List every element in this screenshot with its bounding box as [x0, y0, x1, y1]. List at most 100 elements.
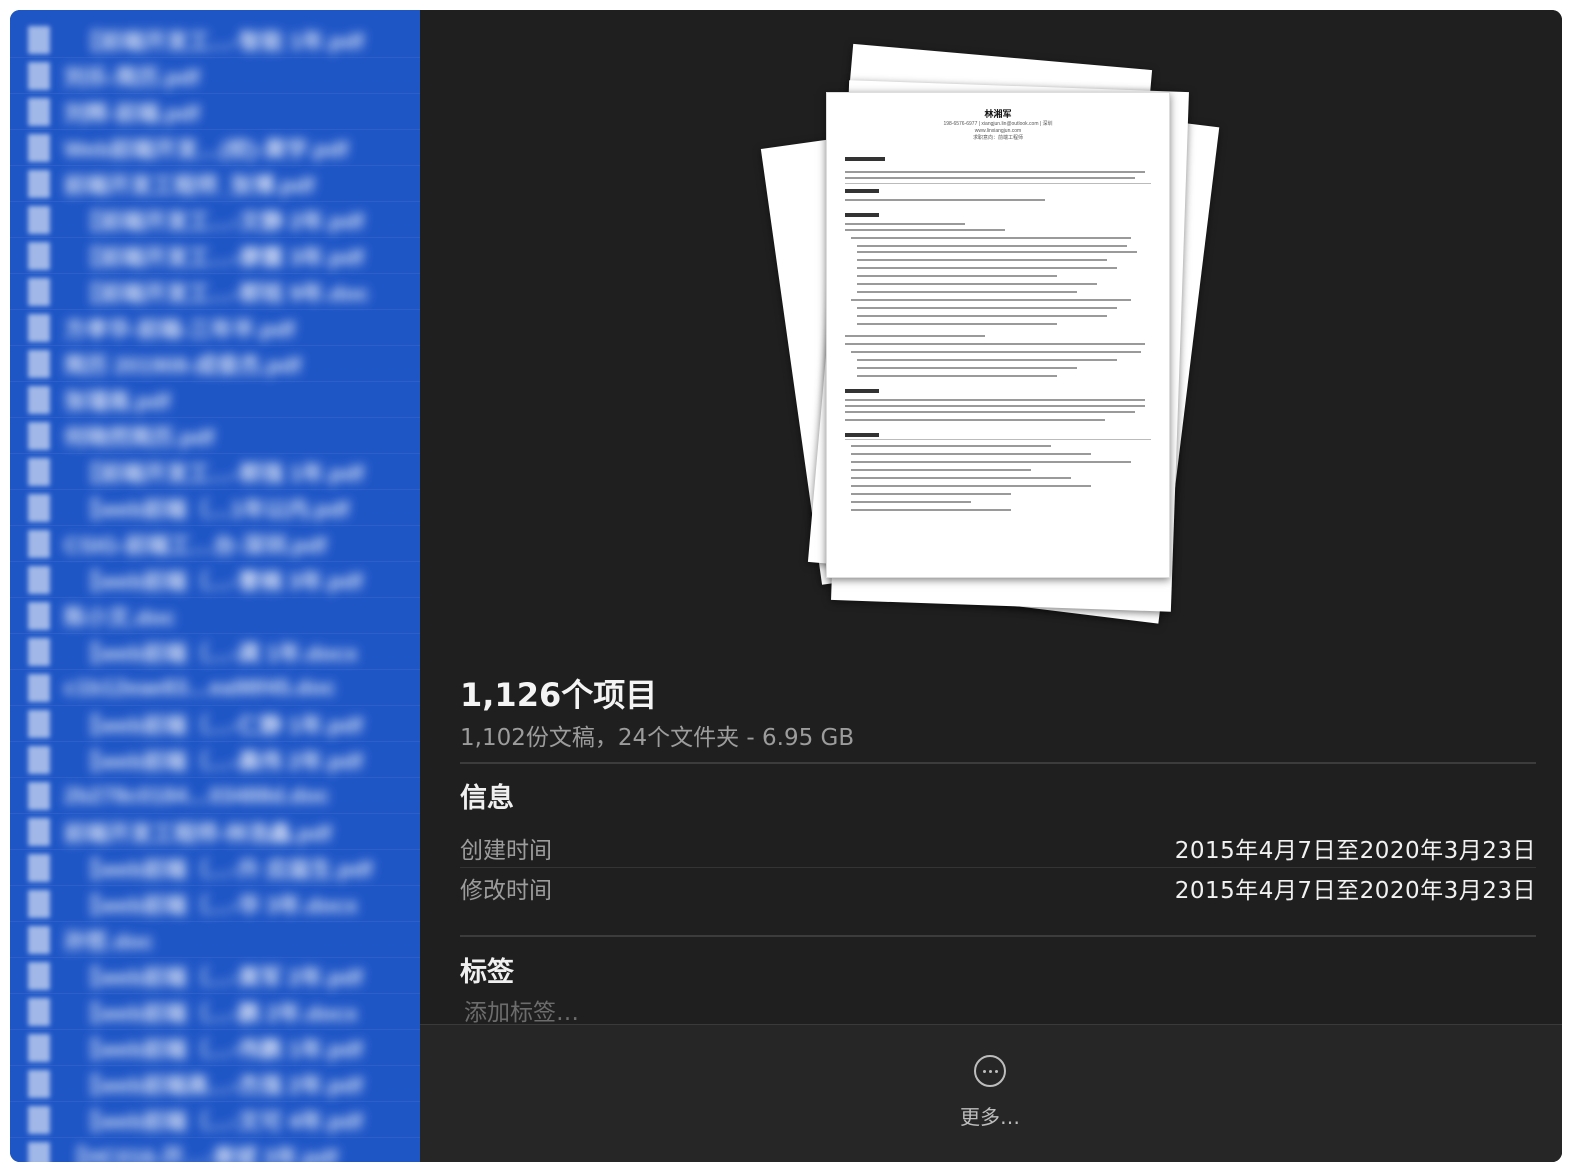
file-list-item[interactable]: Web前端开发…(校)-黄宇.pdf	[10, 130, 420, 166]
resume-text-line	[857, 375, 1057, 377]
resume-text-line	[857, 307, 1117, 309]
document-stack-preview: 林湘军 198-6576-6977 | xiangjun.lin@outlook…	[760, 43, 1230, 626]
file-list-item[interactable]: 何晓然简历.pdf	[10, 418, 420, 454]
document-icon	[28, 998, 50, 1026]
tags-section-title: 标签	[460, 957, 514, 988]
file-name: 【web前端（…-华 3年.docx	[78, 893, 358, 918]
resume-text-line	[851, 493, 1011, 495]
file-list-item[interactable]: 【web前端高…-杰强 2年.pdf	[10, 1066, 420, 1102]
file-list-item[interactable]: CSIG-前端工…台-深圳.pdf	[10, 526, 420, 562]
resume-text-line	[845, 405, 1145, 407]
resume-text-line	[857, 267, 1117, 269]
file-list-item[interactable]: 【HC016-开…-黄斌 3年.pdf	[10, 1138, 420, 1162]
file-name: 【web前端（…-晨伟 2年.pdf	[78, 749, 363, 774]
resume-text-line	[851, 237, 1131, 239]
finder-window: 【前端开发工…-智能 1年.pdf 刘乐-简历.pdf 刘辉-前端.pdf Web前端…	[10, 10, 1562, 1162]
resume-text-line	[845, 177, 1135, 179]
file-list-item[interactable]: 简历 201908-成俊杰.pdf	[10, 346, 420, 382]
document-icon	[28, 62, 50, 90]
resume-text-line	[857, 251, 1137, 253]
document-icon	[28, 98, 50, 126]
file-list-item[interactable]: 【web前端（…-晨伟 2年.pdf	[10, 742, 420, 778]
document-icon	[28, 494, 50, 522]
document-icon	[28, 170, 50, 198]
info-row-modified: 修改时间 2015年4月7日至2020年3月23日	[460, 868, 1536, 908]
file-name: 【web前端（…1年以内.pdf	[78, 497, 350, 522]
file-list-item[interactable]: c1b12eae83…ea98f45.doc	[10, 670, 420, 706]
info-row-created: 创建时间 2015年4月7日至2020年3月23日	[460, 828, 1536, 868]
info-panel: 林湘军 198-6576-6977 | xiangjun.lin@outlook…	[420, 10, 1562, 1162]
file-list-item[interactable]: 【web前端（…1年以内.pdf	[10, 490, 420, 526]
file-list-item[interactable]: 前端开发工程师-林浩鑫.pdf	[10, 814, 420, 850]
file-list-item[interactable]: 【前端开发工…-智能 1年.pdf	[10, 22, 420, 58]
resume-text-line	[845, 223, 965, 225]
resume-text-line	[845, 183, 1151, 184]
document-icon	[28, 242, 50, 270]
item-count-title: 1,126个项目	[460, 676, 658, 714]
file-name: 张瑾南.pdf	[64, 389, 171, 414]
created-value: 2015年4月7日至2020年3月23日	[1174, 838, 1536, 864]
file-name: 【前端开发工…-文静 2年.pdf	[78, 209, 364, 234]
document-icon	[28, 782, 50, 810]
file-name: 【web前端高…-杰强 2年.pdf	[78, 1073, 363, 1098]
more-button[interactable]: 更多…	[940, 1055, 1040, 1145]
file-list-item[interactable]: 【前端开发工…-郭铭 9年.doc	[10, 274, 420, 310]
resume-name: 林湘军	[984, 109, 1012, 119]
file-list-item[interactable]: 【前端开发工…-文静 2年.pdf	[10, 202, 420, 238]
file-list-item[interactable]: 【web前端（…-仁静 1年.pdf	[10, 706, 420, 742]
file-list-item[interactable]: 张瑾南.pdf	[10, 382, 420, 418]
bottom-bar: 更多…	[420, 1024, 1562, 1162]
ellipsis-circle-icon	[974, 1055, 1006, 1087]
file-list-item[interactable]: 【web前端（…-升 应届生.pdf	[10, 850, 420, 886]
document-icon	[28, 854, 50, 882]
document-icon	[28, 458, 50, 486]
file-name: 【前端开发工…-智能 1年.pdf	[78, 29, 364, 54]
resume-text-line	[857, 323, 1057, 325]
document-icon	[28, 566, 50, 594]
file-list-item[interactable]: 刘乐-简历.pdf	[10, 58, 420, 94]
resume-text-line	[851, 453, 1091, 455]
resume-text-line	[845, 229, 1005, 231]
file-list-item[interactable]: 【web前端（…-伟鹏 1年.pdf	[10, 1030, 420, 1066]
document-icon	[28, 422, 50, 450]
file-list-item[interactable]: 【web前端（…-曹楠 3年.pdf	[10, 562, 420, 598]
file-list-item[interactable]: 【web前端（…-鹏 2年.docx	[10, 994, 420, 1030]
resume-text-line	[851, 477, 1071, 479]
file-list[interactable]: 【前端开发工…-智能 1年.pdf 刘乐-简历.pdf 刘辉-前端.pdf Web前端…	[10, 10, 420, 1162]
file-list-item[interactable]: 【web前端（…-文可 4年.pdf	[10, 1102, 420, 1138]
document-icon	[28, 386, 50, 414]
more-label: 更多…	[960, 1105, 1020, 1129]
resume-text-line	[851, 299, 1131, 301]
divider	[460, 935, 1536, 937]
file-name: 【web前端（…-伟鹏 1年.pdf	[78, 1037, 363, 1062]
file-list-item[interactable]: 前端开发工程师_张博.pdf	[10, 166, 420, 202]
resume-text-line	[845, 399, 1145, 401]
resume-text-line	[851, 469, 1031, 471]
file-list-item[interactable]: 【web前端（…-华 3年.docx	[10, 886, 420, 922]
file-name: c1b12eae83…ea98f45.doc	[64, 675, 336, 700]
document-icon	[28, 962, 50, 990]
document-icon	[28, 890, 50, 918]
file-list-item[interactable]: 【前端开发工…-廖露 3年.pdf	[10, 238, 420, 274]
file-list-item[interactable]: 2b278c0184…03488d.doc	[10, 778, 420, 814]
file-list-item[interactable]: 孙哲.doc	[10, 922, 420, 958]
resume-text-line	[845, 343, 1145, 345]
file-name: 前端开发工程师_张博.pdf	[64, 173, 315, 198]
file-name: 前端开发工程师-林浩鑫.pdf	[64, 821, 332, 846]
resume-text-line	[857, 275, 1057, 277]
file-list-item[interactable]: 方孝华-前端-三年半.pdf	[10, 310, 420, 346]
file-list-item[interactable]: 【web前端（…-龚 1年.docx	[10, 634, 420, 670]
file-list-item[interactable]: 【前端开发工…-郭强 1年.pdf	[10, 454, 420, 490]
file-name: 何晓然简历.pdf	[64, 425, 215, 450]
resume-contact-line: www.linxiangjun.com	[974, 128, 1022, 134]
resume-text-line	[857, 291, 1077, 293]
file-name: 【web前端（…-仁静 1年.pdf	[78, 713, 363, 738]
document-icon	[28, 134, 50, 162]
file-list-item[interactable]: 【web前端（…-黄军 2年.pdf	[10, 958, 420, 994]
resume-text-line	[845, 213, 879, 217]
divider	[460, 762, 1536, 764]
file-list-item[interactable]: 陈小文.doc	[10, 598, 420, 634]
file-list-item[interactable]: 刘辉-前端.pdf	[10, 94, 420, 130]
file-name: 刘辉-前端.pdf	[64, 101, 200, 126]
file-name: 【web前端（…-文可 4年.pdf	[78, 1109, 363, 1134]
